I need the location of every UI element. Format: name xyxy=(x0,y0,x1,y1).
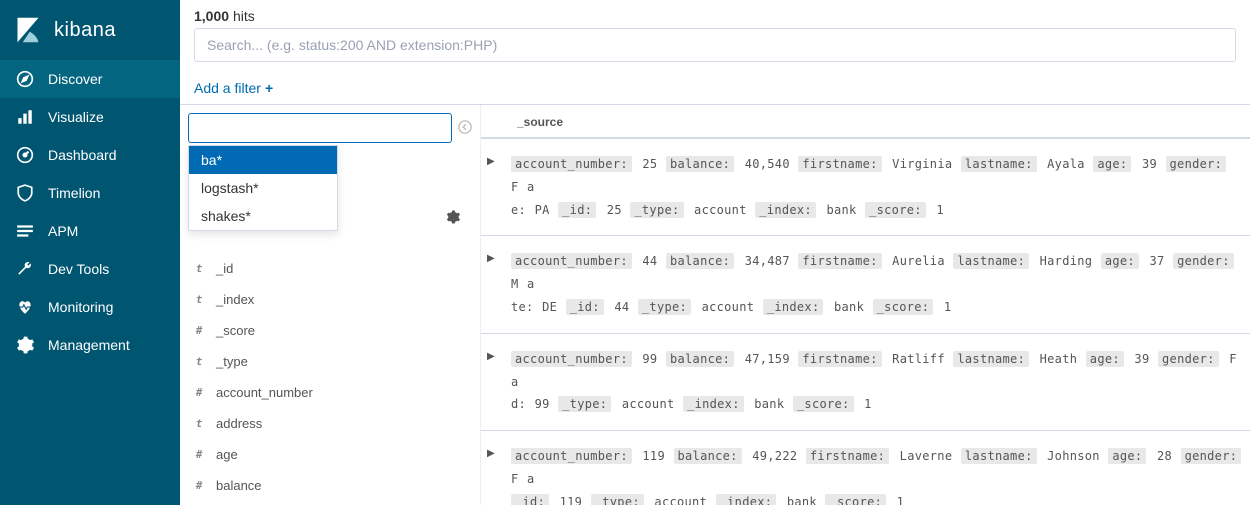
field-type-icon xyxy=(192,355,206,368)
nav-label: Discover xyxy=(48,71,102,87)
nav-label: Dashboard xyxy=(48,147,117,163)
index-pattern-option[interactable]: logstash* xyxy=(189,174,337,202)
nav-label: Dev Tools xyxy=(48,261,109,277)
nav-item-dashboard[interactable]: Dashboard xyxy=(0,136,180,174)
field-name: _type xyxy=(216,354,248,369)
sidebar: kibana Discover Visualize Dashboard Timelio… xyxy=(0,0,180,505)
field-type-icon xyxy=(192,293,206,306)
kibana-logo-icon xyxy=(14,16,42,44)
nav-item-management[interactable]: Management xyxy=(0,326,180,364)
field-name: _id xyxy=(216,261,233,276)
nav-item-visualize[interactable]: Visualize xyxy=(0,98,180,136)
nav-item-apm[interactable]: APM xyxy=(0,212,180,250)
field-item[interactable]: _score xyxy=(188,315,472,346)
nav-item-dev-tools[interactable]: Dev Tools xyxy=(0,250,180,288)
field-name: age xyxy=(216,447,238,462)
wrench-icon xyxy=(16,260,34,278)
hits-bar: 1,000 hits xyxy=(180,0,1250,28)
doc-source: account_number: 44 balance: 34,487 first… xyxy=(511,250,1244,318)
field-type-icon xyxy=(192,448,206,461)
field-type-icon xyxy=(192,417,206,430)
field-type-icon xyxy=(192,479,206,492)
expand-caret-icon[interactable]: ▶ xyxy=(487,448,501,505)
field-name: address xyxy=(216,416,262,431)
field-type-icon xyxy=(192,324,206,337)
documents-header: _source xyxy=(481,105,1250,139)
doc-source: account_number: 119 balance: 49,222 firs… xyxy=(511,445,1244,505)
index-pattern-input[interactable] xyxy=(188,113,452,143)
collapse-left-icon[interactable] xyxy=(458,120,472,137)
chart-icon xyxy=(16,108,34,126)
hits-count: 1,000 xyxy=(194,8,229,24)
add-filter-label: Add a filter xyxy=(194,80,261,96)
doc-source: account_number: 25 balance: 40,540 first… xyxy=(511,153,1244,221)
field-type-icon xyxy=(192,386,206,399)
hits-label: hits xyxy=(233,8,255,24)
field-item[interactable]: age xyxy=(188,439,472,470)
gear-icon[interactable] xyxy=(446,210,460,227)
field-name: account_number xyxy=(216,385,313,400)
nav-item-timelion[interactable]: Timelion xyxy=(0,174,180,212)
field-type-icon xyxy=(192,262,206,275)
index-pattern-option[interactable]: ba* xyxy=(189,146,337,174)
nav-label: Monitoring xyxy=(48,299,113,315)
gear-icon xyxy=(16,336,34,354)
field-item[interactable]: _type xyxy=(188,346,472,377)
speedometer-icon xyxy=(16,146,34,164)
menu-icon xyxy=(16,222,34,240)
app-name: kibana xyxy=(54,19,116,42)
field-name: _score xyxy=(216,323,255,338)
nav-label: Visualize xyxy=(48,109,104,125)
expand-caret-icon[interactable]: ▶ xyxy=(487,351,501,416)
source-column-header: _source xyxy=(517,115,563,129)
plus-icon: + xyxy=(265,80,273,96)
document-row: ▶account_number: 119 balance: 49,222 fir… xyxy=(481,431,1250,505)
main-panel: 1,000 hits Add a filter + ba*logstash*sh… xyxy=(180,0,1250,505)
expand-caret-icon[interactable]: ▶ xyxy=(487,156,501,221)
field-item[interactable]: account_number xyxy=(188,377,472,408)
heart-icon xyxy=(16,298,34,316)
shield-icon xyxy=(16,184,34,202)
field-name: _index xyxy=(216,292,254,307)
field-item[interactable]: balance xyxy=(188,470,472,501)
nav-item-discover[interactable]: Discover xyxy=(0,60,180,98)
compass-icon xyxy=(16,70,34,88)
nav-label: APM xyxy=(48,223,78,239)
search-input[interactable] xyxy=(194,28,1236,62)
expand-caret-icon[interactable]: ▶ xyxy=(487,253,501,318)
document-row: ▶account_number: 99 balance: 47,159 firs… xyxy=(481,334,1250,431)
fields-panel: ba*logstash*shakes* _id _index _score _type… xyxy=(180,105,480,505)
field-item[interactable]: _index xyxy=(188,284,472,315)
field-item[interactable]: address xyxy=(188,408,472,439)
field-list: _id _index _score _type account_numberaddres… xyxy=(188,253,472,501)
field-name: balance xyxy=(216,478,262,493)
add-filter-button[interactable]: Add a filter + xyxy=(194,80,273,96)
index-pattern-option[interactable]: shakes* xyxy=(189,202,337,230)
field-item[interactable]: _id xyxy=(188,253,472,284)
nav-label: Management xyxy=(48,337,130,353)
document-row: ▶account_number: 25 balance: 40,540 firs… xyxy=(481,139,1250,236)
index-pattern-dropdown: ba*logstash*shakes* xyxy=(188,145,338,231)
nav-item-monitoring[interactable]: Monitoring xyxy=(0,288,180,326)
kibana-logo[interactable]: kibana xyxy=(0,0,180,60)
search-bar xyxy=(180,28,1250,72)
filter-bar: Add a filter + xyxy=(180,72,1250,105)
nav-label: Timelion xyxy=(48,185,100,201)
documents-panel: _source ▶account_number: 25 balance: 40,… xyxy=(480,105,1250,505)
document-row: ▶account_number: 44 balance: 34,487 firs… xyxy=(481,236,1250,333)
doc-source: account_number: 99 balance: 47,159 first… xyxy=(511,348,1244,416)
